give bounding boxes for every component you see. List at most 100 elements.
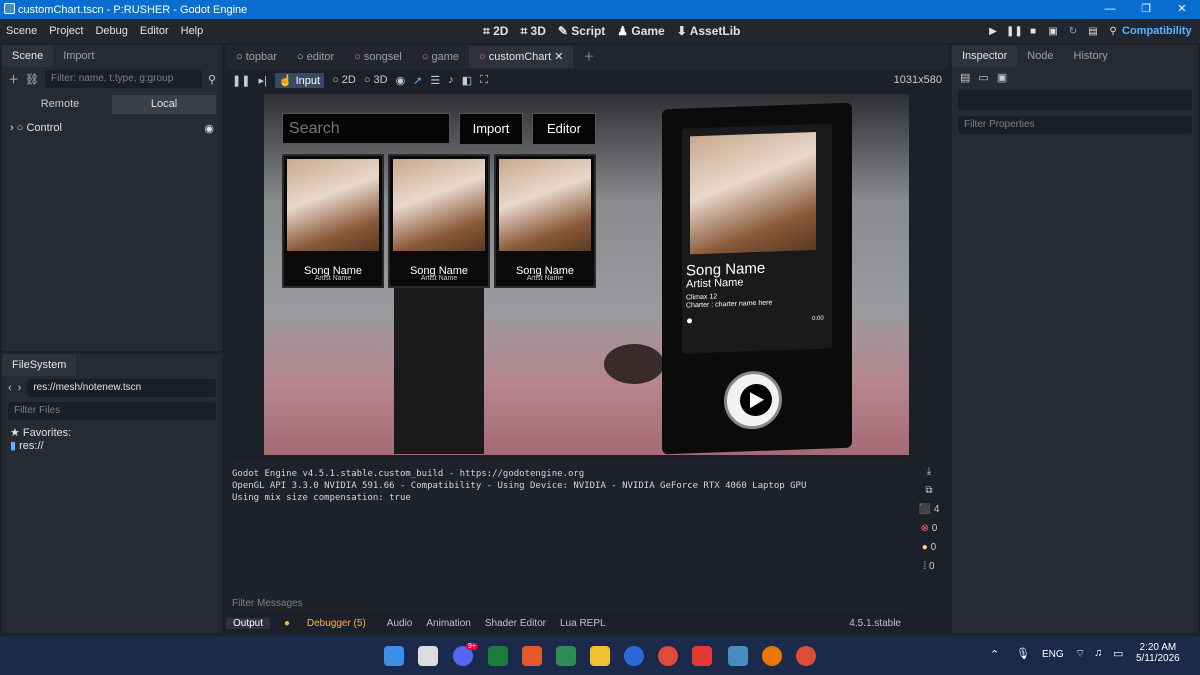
main-assetlib-button[interactable]: ⬇ AssetLib xyxy=(677,24,741,38)
eye-icon[interactable]: ◉ xyxy=(204,122,214,135)
bottom-tab-output[interactable]: Output xyxy=(226,617,271,629)
reload-icon[interactable]: ↻ xyxy=(1066,26,1080,37)
messages-count[interactable]: ⬛ 4 xyxy=(919,504,940,515)
stop-icon[interactable]: ■ xyxy=(1026,26,1040,37)
clear-output-icon[interactable]: ⤓ xyxy=(927,466,931,477)
forward-icon[interactable]: › xyxy=(18,382,22,394)
renderer-dropdown[interactable]: Compatibility ⌄ xyxy=(1122,19,1200,61)
menu-debug[interactable]: Debug xyxy=(89,25,133,37)
back-icon[interactable]: ‹ xyxy=(8,382,12,394)
app-red-icon[interactable] xyxy=(692,646,712,666)
game-viewport[interactable]: Search Import Editor Song Name Artist Na… xyxy=(264,94,909,455)
tab-scene[interactable]: Scene xyxy=(2,45,54,67)
start-icon[interactable] xyxy=(384,646,404,666)
fl-studio-icon[interactable] xyxy=(522,646,542,666)
main-script-button[interactable]: ✎ Script xyxy=(558,24,605,38)
bottom-tab-animation[interactable]: Animation xyxy=(419,618,477,629)
audio-icon[interactable]: ♪ xyxy=(448,74,454,86)
menu-editor[interactable]: Editor xyxy=(134,25,175,37)
next-frame-icon[interactable]: ▸| xyxy=(258,74,266,87)
save-icon[interactable]: ▣ xyxy=(997,71,1007,84)
menu-scene[interactable]: Scene xyxy=(0,25,43,37)
fit-icon[interactable]: ⛶ xyxy=(480,74,488,87)
app-icon[interactable] xyxy=(418,646,438,666)
filter-properties-input[interactable]: Filter Properties xyxy=(958,116,1192,134)
tree-node-control[interactable]: Control xyxy=(26,122,61,134)
blender-icon[interactable] xyxy=(762,646,782,666)
main-game-button[interactable]: ♟ Game xyxy=(617,24,664,38)
filter-messages-input[interactable]: Filter Messages xyxy=(226,595,910,612)
wifi-icon[interactable]: ⌔ xyxy=(1075,647,1085,661)
open-folder-icon[interactable]: ▭ xyxy=(978,71,988,84)
clock[interactable]: 2:20 AM 5/11/2026 xyxy=(1136,642,1180,664)
mode-3d-toggle[interactable]: ○ 3D xyxy=(364,74,388,86)
bottom-tab-audio[interactable]: Audio xyxy=(380,618,420,629)
debug-search-icon[interactable]: ⚲ xyxy=(1106,26,1120,37)
path-field[interactable]: res://mesh/notenew.tscn xyxy=(27,379,216,397)
visibility-icon[interactable]: ◉ xyxy=(396,74,406,87)
search-box[interactable]: Search xyxy=(282,113,450,144)
maximize-button[interactable]: ❐ xyxy=(1128,0,1164,19)
info-count[interactable]: ⁞ 0 xyxy=(923,561,934,572)
scene-tab-topbar[interactable]: ○ topbar xyxy=(226,46,287,68)
battery-icon[interactable]: ▭ xyxy=(1113,647,1123,660)
new-resource-icon[interactable]: ▤ xyxy=(960,71,970,84)
scene-tab-songsel[interactable]: ○ songsel xyxy=(344,46,412,68)
play-button[interactable] xyxy=(724,370,782,431)
chrome-icon[interactable] xyxy=(796,646,816,666)
minimize-button[interactable]: — xyxy=(1092,0,1128,19)
favorites-item[interactable]: ★ Favorites: xyxy=(10,426,214,439)
remote-debug-icon[interactable]: ▣ xyxy=(1046,26,1060,37)
volume-icon[interactable]: ♫ xyxy=(1094,647,1102,659)
tab-node[interactable]: Node xyxy=(1017,45,1063,67)
tab-filesystem[interactable]: FileSystem xyxy=(2,354,77,376)
main-2d-button[interactable]: ⌗ 2D xyxy=(483,24,508,39)
warnings-count[interactable]: ● 0 xyxy=(922,542,936,553)
list-icon[interactable]: ☰ xyxy=(430,74,440,87)
editor-button[interactable]: Editor xyxy=(532,113,596,145)
bottom-tab-shader-editor[interactable]: Shader Editor xyxy=(478,618,553,629)
menu-help[interactable]: Help xyxy=(175,25,210,37)
scene-tab-editor[interactable]: ○ editor xyxy=(287,46,344,68)
pause-game-icon[interactable]: ❚❚ xyxy=(232,74,250,87)
pause-icon[interactable]: ❚❚ xyxy=(1006,26,1023,37)
input-toggle[interactable]: ☝ Input xyxy=(274,72,325,88)
song-card[interactable]: Song Name Artist Name xyxy=(388,154,490,288)
terminal-icon[interactable] xyxy=(488,646,508,666)
bottom-tab-lua-repl[interactable]: Lua REPL xyxy=(553,618,613,629)
song-card[interactable]: Song Name Artist Name xyxy=(282,154,384,288)
select-icon[interactable]: ➚ xyxy=(413,74,422,87)
scene-tab-customchart[interactable]: ○ customChart ✕ xyxy=(469,46,574,68)
errors-count[interactable]: ⊗ 0 xyxy=(921,523,938,534)
play-icon[interactable]: ▶ xyxy=(986,26,1000,37)
filter-files-input[interactable]: Filter Files xyxy=(8,402,216,420)
camera-icon[interactable]: ◧ xyxy=(462,74,472,87)
link-icon[interactable]: ⛓ xyxy=(25,73,39,86)
res-folder-item[interactable]: ▮ res:// xyxy=(10,439,214,452)
tab-inspector[interactable]: Inspector xyxy=(952,45,1018,67)
chevron-up-icon[interactable]: ⌃ xyxy=(990,648,999,661)
local-toggle[interactable]: Local xyxy=(112,95,216,114)
file-explorer-icon[interactable] xyxy=(590,646,610,666)
expand-icon[interactable]: › xyxy=(10,122,14,134)
language-indicator[interactable]: ENG xyxy=(1042,649,1064,660)
song-card[interactable]: Song Name Artist Name xyxy=(494,154,596,288)
tab-import[interactable]: Import xyxy=(53,45,104,67)
mode-2d-toggle[interactable]: ○ 2D xyxy=(332,74,356,86)
add-tab-icon[interactable]: ＋ xyxy=(573,46,604,68)
todo-icon[interactable] xyxy=(624,646,644,666)
remote-toggle[interactable]: Remote xyxy=(8,95,112,114)
chrome-icon[interactable] xyxy=(658,646,678,666)
movie-icon[interactable]: ▤ xyxy=(1086,26,1100,37)
scene-tab-game[interactable]: ○ game xyxy=(412,46,469,68)
copy-icon[interactable]: ⧉ xyxy=(925,485,932,496)
add-node-icon[interactable]: ＋ xyxy=(8,71,19,87)
tab-history[interactable]: History xyxy=(1064,45,1118,67)
object-selector[interactable] xyxy=(958,90,1192,110)
microphone-icon[interactable]: 🎙 xyxy=(1016,647,1030,660)
scene-filter-input[interactable]: Filter: name, t:type, g:group xyxy=(44,70,202,88)
main-3d-button[interactable]: ⌗ 3D xyxy=(520,24,545,39)
excel-icon[interactable] xyxy=(556,646,576,666)
import-button[interactable]: Import xyxy=(459,113,523,145)
close-window-button[interactable]: ✕ xyxy=(1164,0,1200,19)
